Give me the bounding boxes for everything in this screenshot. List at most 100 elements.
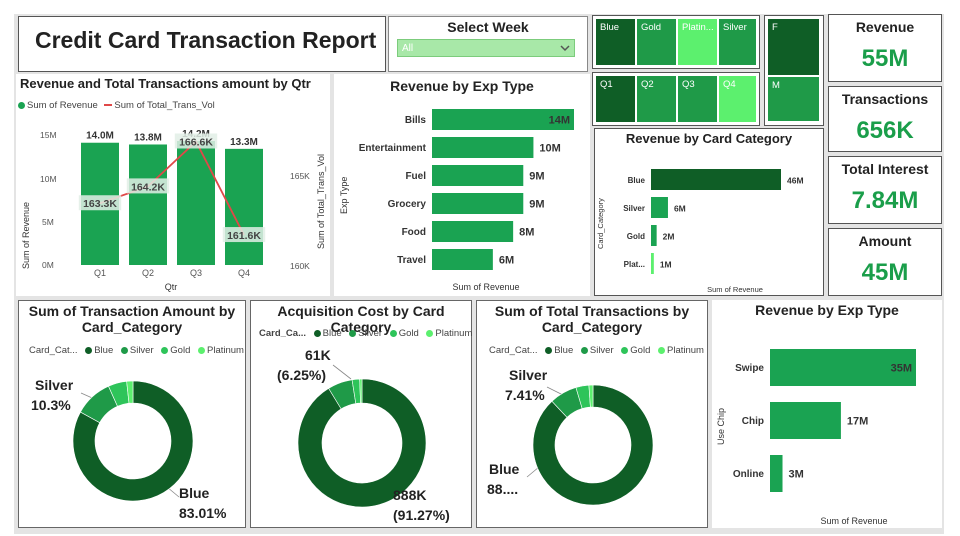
revenue-bar-label: 13.8M [134, 132, 162, 143]
value-label: 9M [529, 199, 544, 211]
card-category-chart-tile[interactable]: Revenue by Card Category Card_Category B… [594, 128, 824, 296]
kpi-revenue-label: Revenue [855, 19, 915, 35]
bar-silver[interactable] [651, 197, 668, 218]
week-slicer-title: Select Week [447, 19, 529, 35]
txn-amount-donut-tile[interactable]: Sum of Transaction Amount by Card_Catego… [18, 300, 246, 528]
slicer-card-platinum[interactable]: Platin... [678, 19, 717, 65]
total-txn-donut-tile[interactable]: Sum of Total Transactions by Card_Catego… [476, 300, 708, 528]
bar-online[interactable] [770, 455, 783, 492]
value-label: 14M [549, 115, 570, 127]
blue-label: Blue [179, 485, 210, 501]
category-label: Bills [405, 115, 427, 126]
bar-travel[interactable] [432, 249, 493, 270]
qtr-y-left-label: Sum of Revenue [21, 202, 31, 269]
value-label: 1M [660, 260, 672, 270]
slicer-card-gold[interactable]: Gold [637, 19, 676, 65]
exp-type-chart-svg: Exp Type Bills 14M Entertainment 10M Fuel 9M G… [339, 109, 574, 292]
slicer-card-blue[interactable]: Blue [596, 19, 635, 65]
silver-pct: (6.25%) [277, 367, 327, 383]
revenue-bar-q4[interactable] [225, 148, 263, 265]
blue-leader-line [526, 466, 540, 478]
bar-blue[interactable] [651, 169, 781, 190]
value-label: 6M [674, 204, 686, 214]
slicer-card-silver[interactable]: Silver [719, 19, 756, 65]
category-label: Online [733, 469, 765, 480]
gender-slicer: F M [764, 15, 824, 126]
qtr-y-right-tick-165k: 165K [290, 171, 310, 181]
category-label: Travel [397, 255, 426, 266]
kpi-amount-value: 45M [861, 259, 909, 286]
transvol-line [99, 140, 245, 236]
category-label: Grocery [388, 199, 427, 210]
value-label: 17M [847, 416, 868, 428]
kpi-transactions-label: Transactions [841, 91, 929, 107]
bar-fuel[interactable] [432, 165, 524, 186]
slicer-qtr-q4[interactable]: Q4 [719, 76, 756, 122]
qtr-chart-tile[interactable]: Revenue and Total Transactions amount by… [16, 74, 330, 296]
category-label: Fuel [405, 171, 426, 182]
use-chip-y-label: Use Chip [716, 408, 726, 445]
chevron-down-icon [560, 45, 570, 52]
blue-pct: (91.27%) [393, 507, 450, 523]
value-label: 46M [787, 176, 804, 186]
slicer-qtr-q1[interactable]: Q1 [596, 76, 635, 122]
value-label: 10M [539, 143, 560, 155]
qtr-y-tick-10m: 10M [40, 174, 57, 184]
bar-entertainment[interactable] [432, 137, 534, 158]
acq-cost-donut-tile[interactable]: Acquisition Cost by Card Category Card_C… [250, 300, 472, 528]
silver-pct: 10.3% [31, 397, 71, 413]
card-category-x-label: Sum of Revenue [707, 285, 763, 294]
revenue-bar-label: 13.3M [230, 137, 258, 148]
txn-amount-donut-svg [72, 380, 194, 502]
silver-value: 61K [305, 347, 331, 363]
revenue-bar-q2[interactable] [129, 144, 167, 265]
quarter-slicer: Q1 Q2 Q3 Q4 [592, 72, 760, 126]
qtr-y-tick-5m: 5M [42, 217, 54, 227]
revenue-bar-q3[interactable] [177, 140, 215, 265]
week-slicer: Select Week All [388, 16, 588, 72]
blue-pct: 83.01% [179, 505, 227, 521]
exp-type-chart-tile[interactable]: Revenue by Exp Type Exp Type Bills 14M Ent… [334, 74, 590, 296]
card-category-y-label: Card_Category [596, 198, 605, 249]
qtr-x-tick: Q1 [94, 268, 106, 278]
slicer-gender-m[interactable]: M [768, 77, 819, 121]
silver-pct: 7.41% [505, 387, 545, 403]
category-label: Entertainment [359, 143, 427, 154]
silver-label: Silver [509, 367, 548, 383]
qtr-y-tick-0m: 0M [42, 260, 54, 270]
week-dropdown[interactable]: All [397, 39, 575, 57]
kpi-amount: Amount 45M [828, 228, 942, 296]
category-label: Plat... [624, 260, 645, 269]
bar-grocery[interactable] [432, 193, 524, 214]
qtr-y-right-label: Sum of Total_Trans_Vol [316, 154, 326, 249]
slicer-qtr-q3[interactable]: Q3 [678, 76, 717, 122]
bar-gold[interactable] [651, 225, 657, 246]
qtr-x-label: Qtr [165, 282, 178, 292]
kpi-transactions: Transactions 656K [828, 86, 942, 152]
kpi-transactions-value: 656K [856, 117, 914, 144]
blue-pct: 88.... [487, 481, 519, 497]
transvol-point-label: 163.3K [83, 198, 117, 210]
kpi-interest: Total Interest 7.84M [828, 156, 942, 224]
bar-food[interactable] [432, 221, 514, 242]
qtr-x-tick: Q2 [142, 268, 154, 278]
transvol-point-label: 164.2K [131, 181, 165, 193]
report-title: Credit Card Transaction Report [35, 27, 377, 53]
silver-label: Silver [35, 377, 74, 393]
silver-leader-line [332, 364, 352, 380]
category-label: Gold [627, 232, 645, 241]
value-label: 9M [529, 171, 544, 183]
bar-plat[interactable] [651, 253, 654, 274]
slicer-qtr-q2[interactable]: Q2 [637, 76, 676, 122]
slicer-gender-f[interactable]: F [768, 19, 819, 75]
kpi-revenue: Revenue 55M [828, 14, 942, 82]
category-label: Food [402, 227, 426, 238]
use-chip-chart-tile[interactable]: Revenue by Exp Type Use Chip Swipe 35M Chi… [712, 300, 942, 528]
value-label: 2M [663, 232, 675, 242]
transvol-point-label: 166.6K [179, 136, 213, 148]
value-label: 35M [891, 363, 912, 375]
qtr-y-right-tick-160k: 160K [290, 261, 310, 271]
bar-chip[interactable] [770, 402, 841, 439]
report-title-tile: Credit Card Transaction Report [18, 16, 386, 72]
acq-cost-donut-svg [297, 364, 427, 508]
